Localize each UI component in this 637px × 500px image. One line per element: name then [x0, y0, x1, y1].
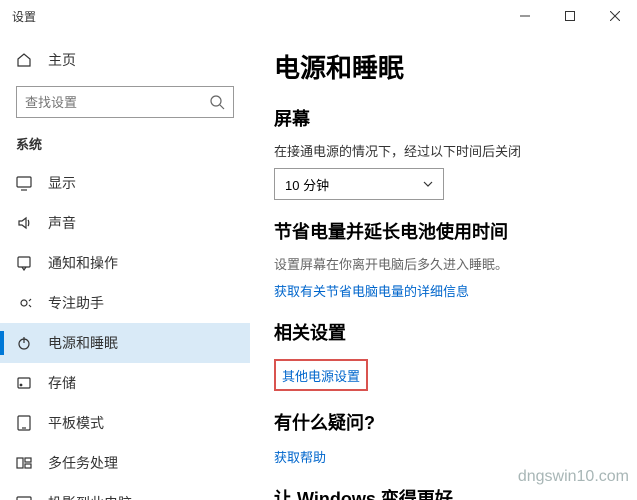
sidebar-item-label: 投影到此电脑 — [48, 493, 132, 500]
sidebar-item-label: 平板模式 — [48, 413, 104, 433]
section-title: 系统 — [0, 130, 250, 163]
search-icon — [209, 94, 225, 110]
search-input[interactable] — [16, 86, 234, 118]
home-button[interactable]: 主页 — [0, 40, 250, 80]
multi-icon — [16, 455, 32, 471]
get-help-link[interactable]: 获取帮助 — [274, 447, 326, 466]
window-controls — [502, 0, 637, 32]
screen-timeout-value: 10 分钟 — [285, 175, 329, 194]
sidebar-item-notify[interactable]: 通知和操作 — [0, 243, 250, 283]
minimize-button[interactable] — [502, 0, 547, 32]
project-icon — [16, 495, 32, 500]
screen-desc: 在接通电源的情况下，经过以下时间后关闭 — [274, 141, 613, 160]
main-panel: 电源和睡眠 屏幕 在接通电源的情况下，经过以下时间后关闭 10 分钟 节省电量并… — [250, 32, 637, 500]
sidebar-item-sound[interactable]: 声音 — [0, 203, 250, 243]
search-field[interactable] — [25, 95, 209, 110]
page-title: 电源和睡眠 — [274, 48, 613, 85]
sidebar-item-label: 通知和操作 — [48, 253, 118, 273]
sidebar-item-label: 存储 — [48, 373, 76, 393]
sidebar-item-label: 专注助手 — [48, 293, 104, 313]
window-title: 设置 — [12, 8, 36, 25]
sidebar-item-display[interactable]: 显示 — [0, 163, 250, 203]
highlight-box: 其他电源设置 — [274, 359, 368, 391]
sidebar: 主页 系统 显示声音通知和操作专注助手电源和睡眠存储平板模式多任务处理投影到此电… — [0, 32, 250, 500]
sidebar-item-label: 声音 — [48, 213, 76, 233]
sidebar-item-project[interactable]: 投影到此电脑 — [0, 483, 250, 500]
storage-icon — [16, 375, 32, 391]
related-heading: 相关设置 — [274, 319, 613, 345]
sidebar-item-power[interactable]: 电源和睡眠 — [0, 323, 250, 363]
maximize-button[interactable] — [547, 0, 592, 32]
power-icon — [16, 335, 32, 351]
sidebar-item-storage[interactable]: 存储 — [0, 363, 250, 403]
display-icon — [16, 175, 32, 191]
screen-heading: 屏幕 — [274, 105, 613, 131]
tablet-icon — [16, 415, 32, 431]
sidebar-item-tablet[interactable]: 平板模式 — [0, 403, 250, 443]
sound-icon — [16, 215, 32, 231]
sidebar-item-label: 电源和睡眠 — [48, 333, 118, 353]
other-power-settings-link[interactable]: 其他电源设置 — [282, 366, 360, 385]
battery-heading: 节省电量并延长电池使用时间 — [274, 218, 613, 244]
notify-icon — [16, 255, 32, 271]
feedback-heading: 让 Windows 变得更好 — [274, 485, 613, 500]
sidebar-item-label: 多任务处理 — [48, 453, 118, 473]
sidebar-item-label: 显示 — [48, 173, 76, 193]
battery-desc: 设置屏幕在你离开电脑后多久进入睡眠。 — [274, 254, 613, 273]
screen-timeout-select[interactable]: 10 分钟 — [274, 168, 444, 200]
close-button[interactable] — [592, 0, 637, 32]
home-label: 主页 — [48, 50, 76, 70]
help-heading: 有什么疑问? — [274, 409, 613, 435]
home-icon — [16, 52, 32, 68]
focus-icon — [16, 295, 32, 311]
battery-info-link[interactable]: 获取有关节省电脑电量的详细信息 — [274, 281, 469, 300]
sidebar-item-focus[interactable]: 专注助手 — [0, 283, 250, 323]
chevron-down-icon — [423, 177, 433, 192]
watermark: dngswin10.com — [518, 468, 629, 486]
sidebar-item-multi[interactable]: 多任务处理 — [0, 443, 250, 483]
